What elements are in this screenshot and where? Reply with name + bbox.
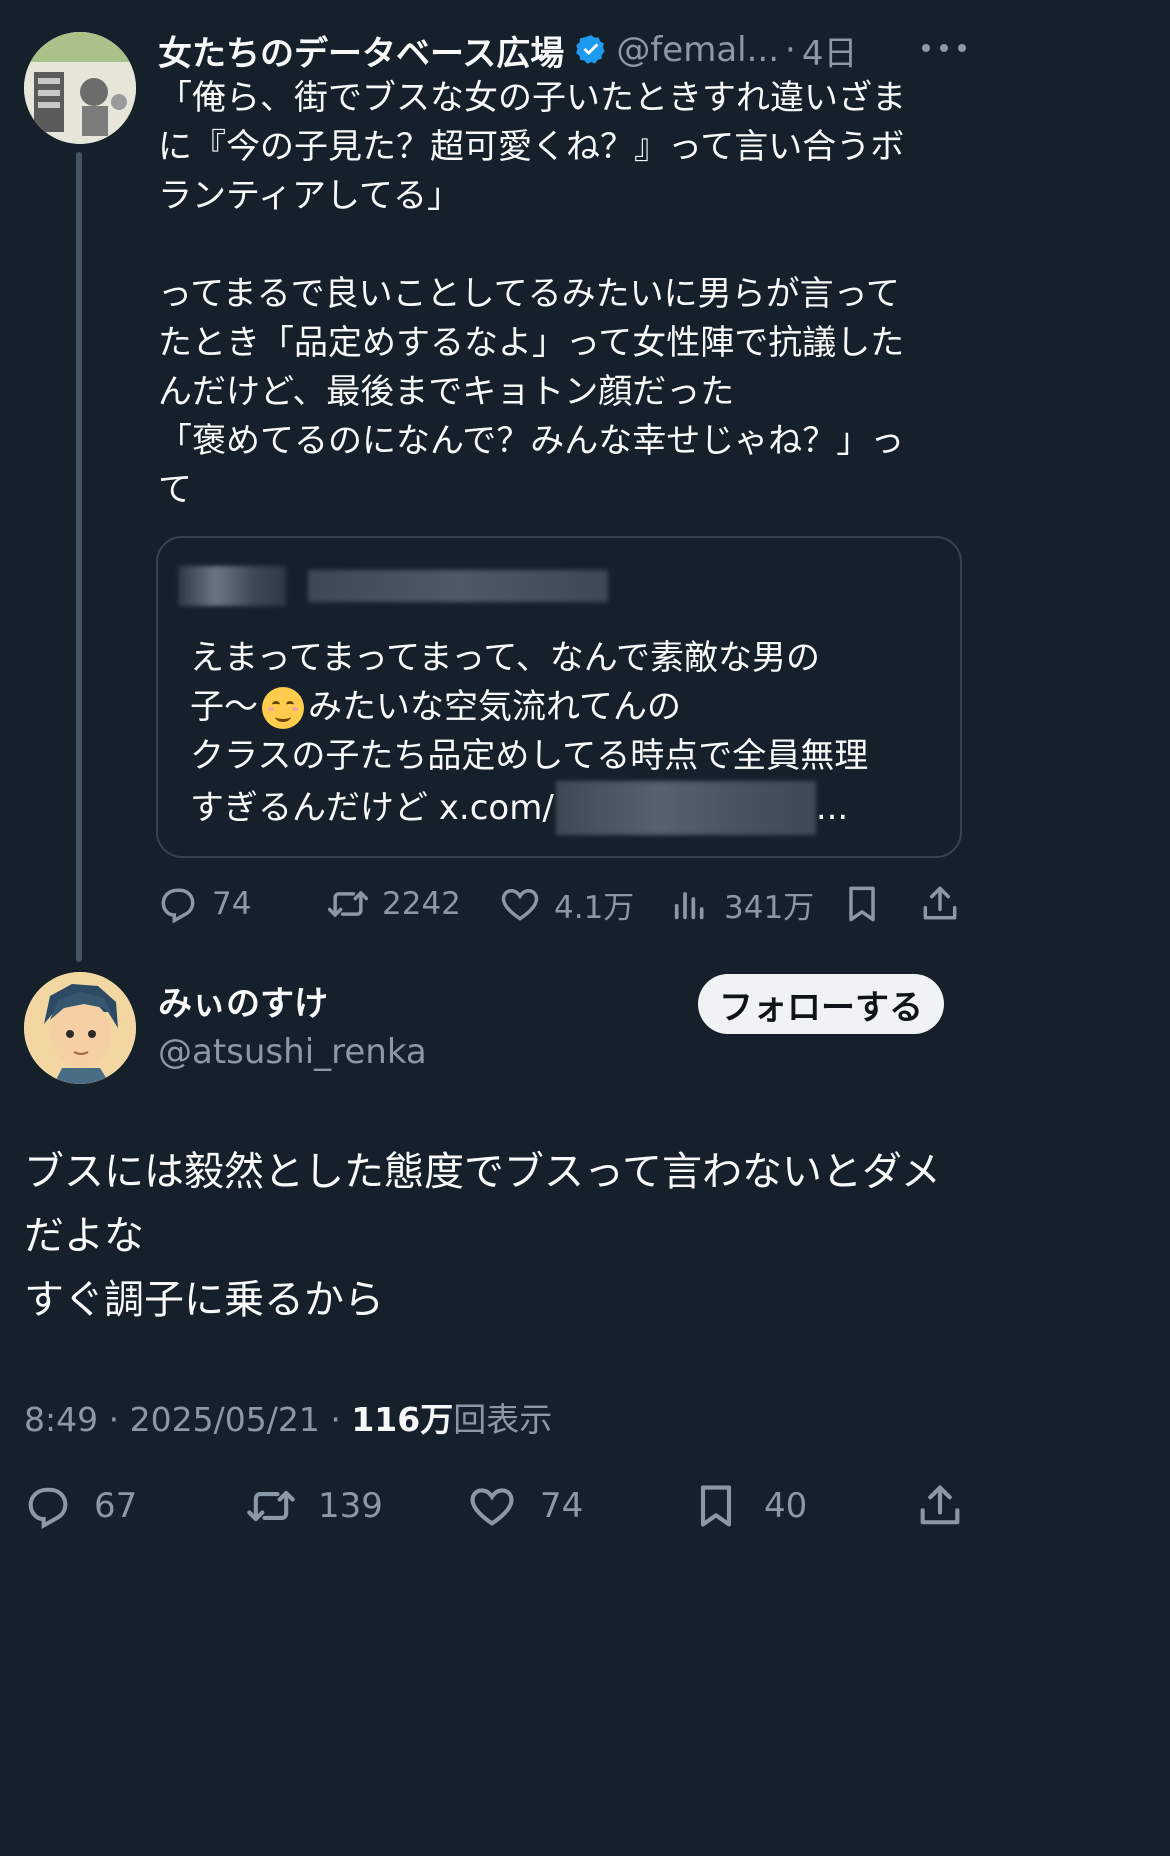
main-author-handle[interactable]: @atsushi_renka (158, 1030, 427, 1074)
main-author-name[interactable]: みぃのすけ (158, 982, 328, 1026)
tweet-time[interactable]: 8:49 (24, 1400, 98, 1439)
embedded-link-prefix[interactable]: すぎるんだけど x.com/ (190, 784, 554, 833)
more-options-icon[interactable] (922, 34, 966, 62)
tweet-time[interactable]: 4日 (802, 26, 858, 75)
main-tweet-text: ブスには毅然とした態度でブスって言わないとダメ だよな すぐ調子に乗るから (24, 1140, 1144, 1332)
embedded-text-segment: 子〜 (190, 687, 258, 727)
retweet-icon (327, 891, 369, 917)
tweet-text-line: に『今の子見た？超可愛くね？』って言い合うボ (158, 127, 905, 167)
views-count: 341万 (724, 889, 815, 926)
retweet-button[interactable]: 139 (242, 1478, 383, 1534)
reply-button[interactable]: 67 (22, 1478, 137, 1534)
tweet-text-line (158, 221, 958, 270)
views-count: 116万 (351, 1400, 454, 1439)
reply-count: 67 (94, 1486, 138, 1526)
tweet-text-line: すぐ調子に乗るから (24, 1277, 384, 1323)
bookmark-button[interactable]: 40 (690, 1478, 807, 1534)
embedded-text-line: えまってまってまって、なんで素敵な男の (190, 638, 821, 678)
like-button[interactable]: 74 (466, 1478, 583, 1534)
tweet-text-line: んだけど、最後までキョトン顔だった (158, 372, 735, 412)
bookmark-count: 40 (764, 1486, 808, 1526)
share-button[interactable] (914, 1478, 966, 1534)
tweet-text-line: 「褒めてるのになんで？みんな幸せじゃね？」っ (158, 421, 905, 461)
heart-icon (501, 889, 539, 921)
retweet-icon (247, 1490, 295, 1522)
verified-badge-icon (574, 33, 608, 67)
share-icon (920, 1485, 960, 1525)
tweet-text-line: て (158, 470, 192, 510)
embedded-link-ellipsis: ... (815, 787, 849, 828)
reply-button[interactable]: 74 (156, 880, 251, 928)
avatar-femal[interactable] (24, 32, 136, 144)
quoted-tweet-text: 「俺ら、街でブスな女の子いたときすれ違いざま に『今の子見た？超可愛くね？』って… (158, 74, 958, 515)
reply-icon (161, 888, 195, 924)
bookmark-icon (849, 886, 875, 922)
tweet-text-line: だよな (24, 1213, 144, 1259)
tweet-text-line: ランティアしてる」 (158, 176, 461, 216)
retweet-count: 139 (318, 1486, 383, 1526)
follow-button[interactable]: フォローする (698, 974, 944, 1034)
tweet-text-line: ブスには毅然とした態度でブスって言わないとダメ (24, 1149, 941, 1195)
tweet-text-line: たとき「品定めするなよ」って女性陣で抗議した (158, 323, 905, 363)
blurred-link-redaction (555, 781, 816, 835)
views-button[interactable]: 341万 (670, 880, 814, 928)
like-count: 4.1万 (554, 889, 635, 926)
author-name[interactable]: 女たちのデータベース広場 (158, 26, 564, 75)
retweet-count: 2242 (382, 886, 461, 922)
blurred-author-info (178, 558, 634, 614)
analytics-icon (674, 892, 704, 920)
avatar-illustration (24, 32, 136, 144)
embedded-text-line: クラスの子たち品定めしてる時点で全員無理 (190, 736, 869, 776)
reply-icon (28, 1487, 68, 1530)
views-label: 回表示 (453, 1400, 553, 1439)
embedded-quote-text: えまってまってまって、なんで素敵な男の 子〜 みたいな空気流れてんの クラスの子… (190, 634, 950, 835)
separator-dot: · (108, 1400, 120, 1439)
tweet-meta: 8:49 · 2025/05/21 · 116万回表示 (24, 1396, 552, 1444)
bookmark-button[interactable] (840, 880, 884, 928)
separator-dot: · (330, 1400, 341, 1439)
avatar-illustration (24, 972, 136, 1084)
avatar-miinosuke[interactable] (24, 972, 136, 1084)
like-count: 74 (540, 1486, 584, 1526)
share-button[interactable] (918, 880, 962, 928)
retweet-button[interactable]: 2242 (324, 880, 461, 928)
embedded-text-line: 子〜 みたいな空気流れてんの (190, 683, 950, 732)
bookmark-icon (700, 1485, 732, 1527)
like-button[interactable]: 4.1万 (498, 880, 634, 928)
reply-count: 74 (212, 886, 252, 922)
smiling-emoji-icon (262, 686, 304, 729)
tweet-date[interactable]: 2025/05/21 (130, 1400, 320, 1439)
tweet-text-line: ってまるで良いことしてるみたいに男らが言って (158, 274, 900, 314)
embedded-quote-card[interactable]: えまってまってまって、なんで素敵な男の 子〜 みたいな空気流れてんの クラスの子… (156, 536, 962, 858)
share-icon (923, 886, 957, 920)
embedded-text-segment: みたいな空気流れてんの (308, 687, 681, 727)
author-handle[interactable]: @femal... (616, 30, 779, 70)
tweet-text-line: 「俺ら、街でブスな女の子いたときすれ違いざま (158, 78, 906, 118)
heart-icon (470, 1488, 514, 1526)
separator-dot: · (785, 30, 796, 70)
quoted-tweet-header: 女たちのデータベース広場 @femal... · 4日 (158, 26, 1148, 74)
embedded-text-line: すぎるんだけど x.com/ ... (190, 781, 950, 835)
thread-connector-line (76, 152, 82, 962)
